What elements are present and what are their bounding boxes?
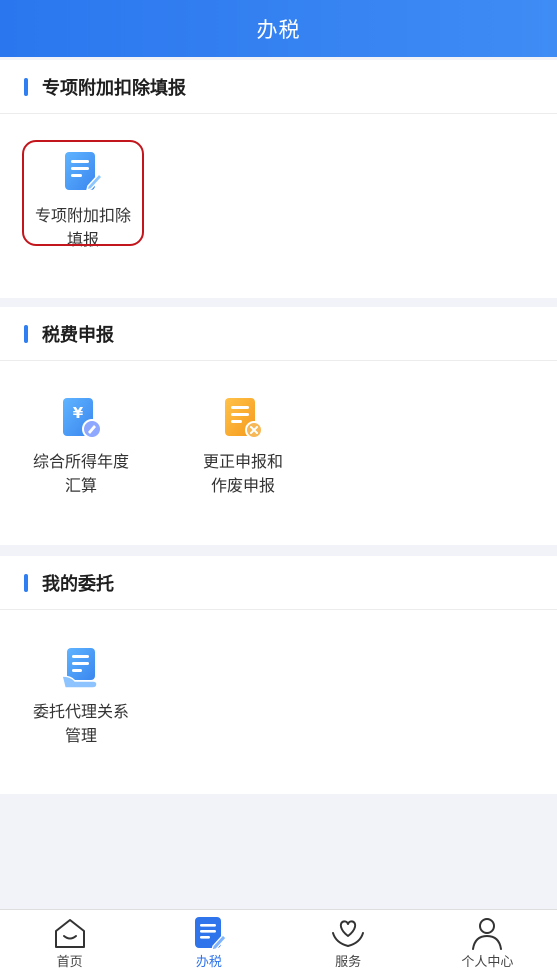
edit-document-icon [65,152,104,192]
tile-annual-reconciliation[interactable]: ¥ 综合所得年度 汇算 [16,396,146,498]
title-accent-bar [24,573,28,592]
nav-label: 首页 [56,954,83,970]
tile-label: 专项附加扣除 填报 [34,206,131,249]
nav-label: 服务 [335,954,362,970]
nav-home[interactable]: 首页 [0,910,139,975]
title-accent-bar [24,77,28,96]
home-icon [54,918,85,948]
nav-label: 办税 [195,954,222,970]
nav-label: 个人中心 [461,954,514,970]
bottom-nav: 首页 办税 服务 个人中心 [0,909,557,975]
section-title: 专项附加扣除填报 [0,60,557,114]
section-title: 我的委托 [0,556,557,610]
heart-hands-icon [332,919,365,947]
title-accent-bar [24,324,28,343]
nav-service[interactable]: 服务 [279,910,418,975]
nav-personal-center[interactable]: 个人中心 [418,910,557,975]
person-icon [472,917,503,950]
tile-label: 综合所得年度 汇算 [32,452,129,495]
svg-text:¥: ¥ [73,404,84,422]
tile-label: 更正申报和 作废申报 [202,452,283,495]
document-cancel-icon [225,398,263,439]
document-hand-icon [61,648,98,689]
tile-special-deduction-filing[interactable]: 专项附加扣除 填报 [18,150,148,252]
tile-correction-voiding[interactable]: 更正申报和 作废申报 [178,396,308,498]
yuan-document-icon: ¥ [63,398,102,439]
tile-label: 委托代理关系 管理 [32,702,129,745]
header-bar: 办税 [0,0,557,57]
page-title: 办税 [256,17,301,42]
tax-document-icon [194,916,227,950]
section-title: 税费申报 [0,307,557,361]
tile-agency-management[interactable]: 委托代理关系 管理 [16,646,146,748]
nav-tax[interactable]: 办税 [139,910,278,975]
